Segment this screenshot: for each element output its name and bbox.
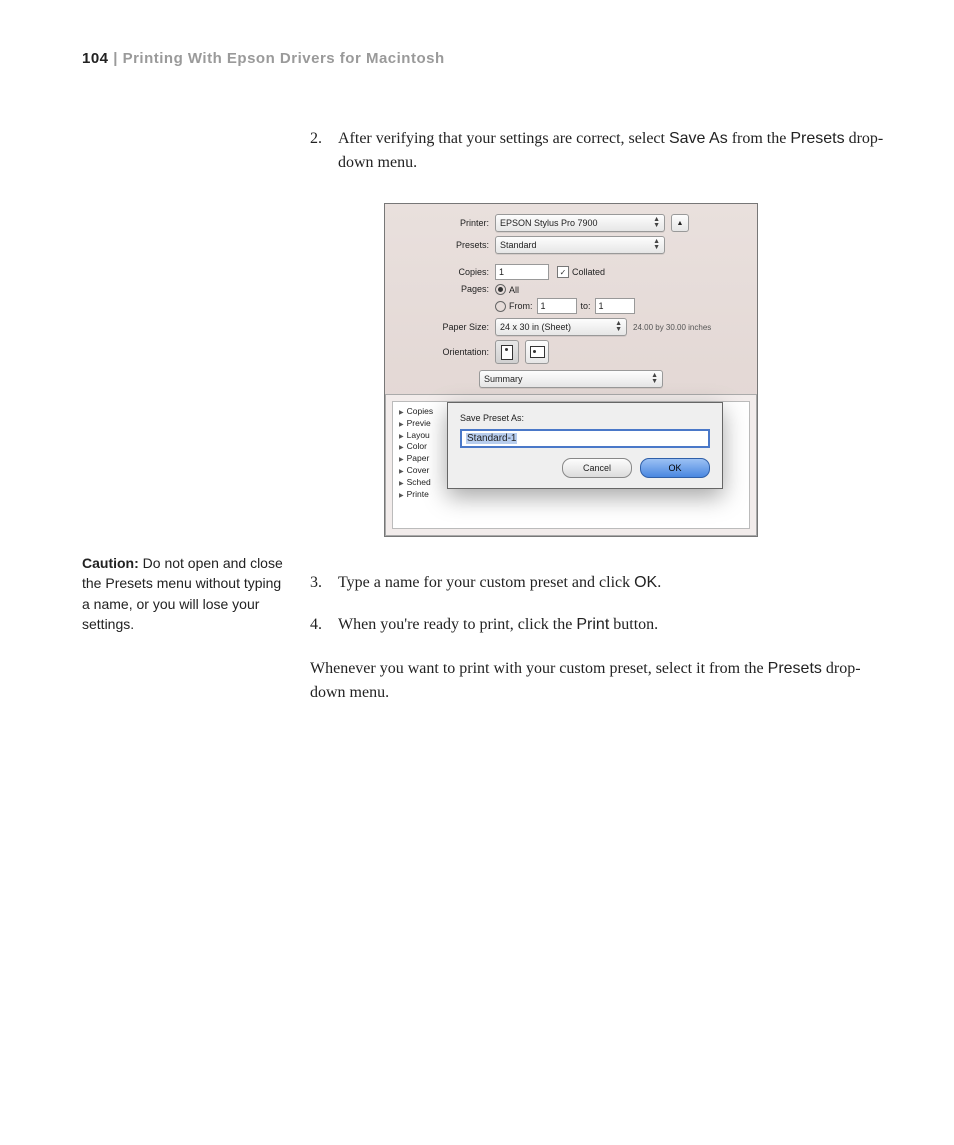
header-sep: | — [109, 50, 123, 67]
term-ok: OK — [634, 574, 657, 591]
step-3: 3. Type a name for your custom preset an… — [310, 571, 894, 595]
save-preset-sheet: Save Preset As: Standard-1 Cancel OK — [447, 402, 723, 489]
to-label: to: — [581, 301, 591, 311]
caution-label: Caution: — [82, 555, 139, 571]
save-preset-label: Save Preset As: — [460, 413, 710, 423]
step-2-body: After verifying that your settings are c… — [338, 127, 894, 175]
header-title: Printing With Epson Drivers for Macintos… — [123, 50, 445, 67]
orientation-landscape-button[interactable] — [525, 340, 549, 364]
from-input[interactable]: 1 — [537, 298, 577, 314]
term-print: Print — [576, 616, 609, 633]
collated-label: Collated — [572, 267, 605, 277]
step-4-number: 4. — [310, 613, 338, 637]
term-save-as: Save As — [669, 130, 728, 147]
updown-icon: ▲▼ — [653, 239, 660, 251]
presets-label: Presets: — [397, 240, 495, 250]
section-select[interactable]: Summary ▲▼ — [479, 370, 663, 388]
step-2: 2. After verifying that your settings ar… — [310, 127, 894, 175]
step-2-number: 2. — [310, 127, 338, 175]
caution-note: Caution: Do not open and close the Prese… — [82, 127, 310, 634]
page-number: 104 — [82, 50, 109, 67]
printer-label: Printer: — [397, 218, 495, 228]
print-dialog-screenshot: Printer: EPSON Stylus Pro 7900 ▲▼ ▲ Pres… — [384, 203, 758, 537]
main-column: 2. After verifying that your settings ar… — [310, 127, 894, 705]
page-header: 104 | Printing With Epson Drivers for Ma… — [82, 50, 894, 67]
copies-input[interactable]: 1 — [495, 264, 549, 280]
updown-icon: ▲▼ — [615, 321, 622, 333]
list-item[interactable]: Printe — [399, 489, 743, 501]
content-area: Caution: Do not open and close the Prese… — [82, 127, 894, 705]
papersize-select[interactable]: 24 x 30 in (Sheet) ▲▼ — [495, 318, 627, 336]
step-4: 4. When you're ready to print, click the… — [310, 613, 894, 637]
pages-from-radio[interactable] — [495, 301, 506, 312]
pages-all-label: All — [509, 285, 519, 295]
presets-select[interactable]: Standard ▲▼ — [495, 236, 665, 254]
person-portrait-icon — [501, 345, 513, 360]
collated-checkbox[interactable]: ✓ — [557, 266, 569, 278]
preset-name-input[interactable]: Standard-1 — [460, 429, 710, 448]
to-input[interactable]: 1 — [595, 298, 635, 314]
pages-label: Pages: — [397, 284, 495, 294]
papersize-label: Paper Size: — [397, 322, 495, 332]
printer-select[interactable]: EPSON Stylus Pro 7900 ▲▼ — [495, 214, 665, 232]
cancel-button[interactable]: Cancel — [562, 458, 632, 478]
pages-all-radio[interactable] — [495, 284, 506, 295]
person-landscape-icon — [530, 346, 545, 358]
triangle-up-icon: ▲ — [677, 220, 684, 227]
papersize-hint: 24.00 by 30.00 inches — [633, 323, 711, 332]
term-presets: Presets — [790, 130, 844, 147]
step-3-number: 3. — [310, 571, 338, 595]
collapse-button[interactable]: ▲ — [671, 214, 689, 232]
step-4-body: When you're ready to print, click the Pr… — [338, 613, 894, 637]
orientation-label: Orientation: — [397, 347, 495, 357]
ok-button[interactable]: OK — [640, 458, 710, 478]
orientation-portrait-button[interactable] — [495, 340, 519, 364]
updown-icon: ▲▼ — [651, 373, 658, 385]
step-3-body: Type a name for your custom preset and c… — [338, 571, 894, 595]
closing-paragraph: Whenever you want to print with your cus… — [310, 657, 894, 705]
term-presets-2: Presets — [768, 660, 822, 677]
updown-icon: ▲▼ — [653, 217, 660, 229]
page: 104 | Printing With Epson Drivers for Ma… — [0, 0, 954, 765]
from-label: From: — [509, 301, 533, 311]
copies-label: Copies: — [397, 267, 495, 277]
